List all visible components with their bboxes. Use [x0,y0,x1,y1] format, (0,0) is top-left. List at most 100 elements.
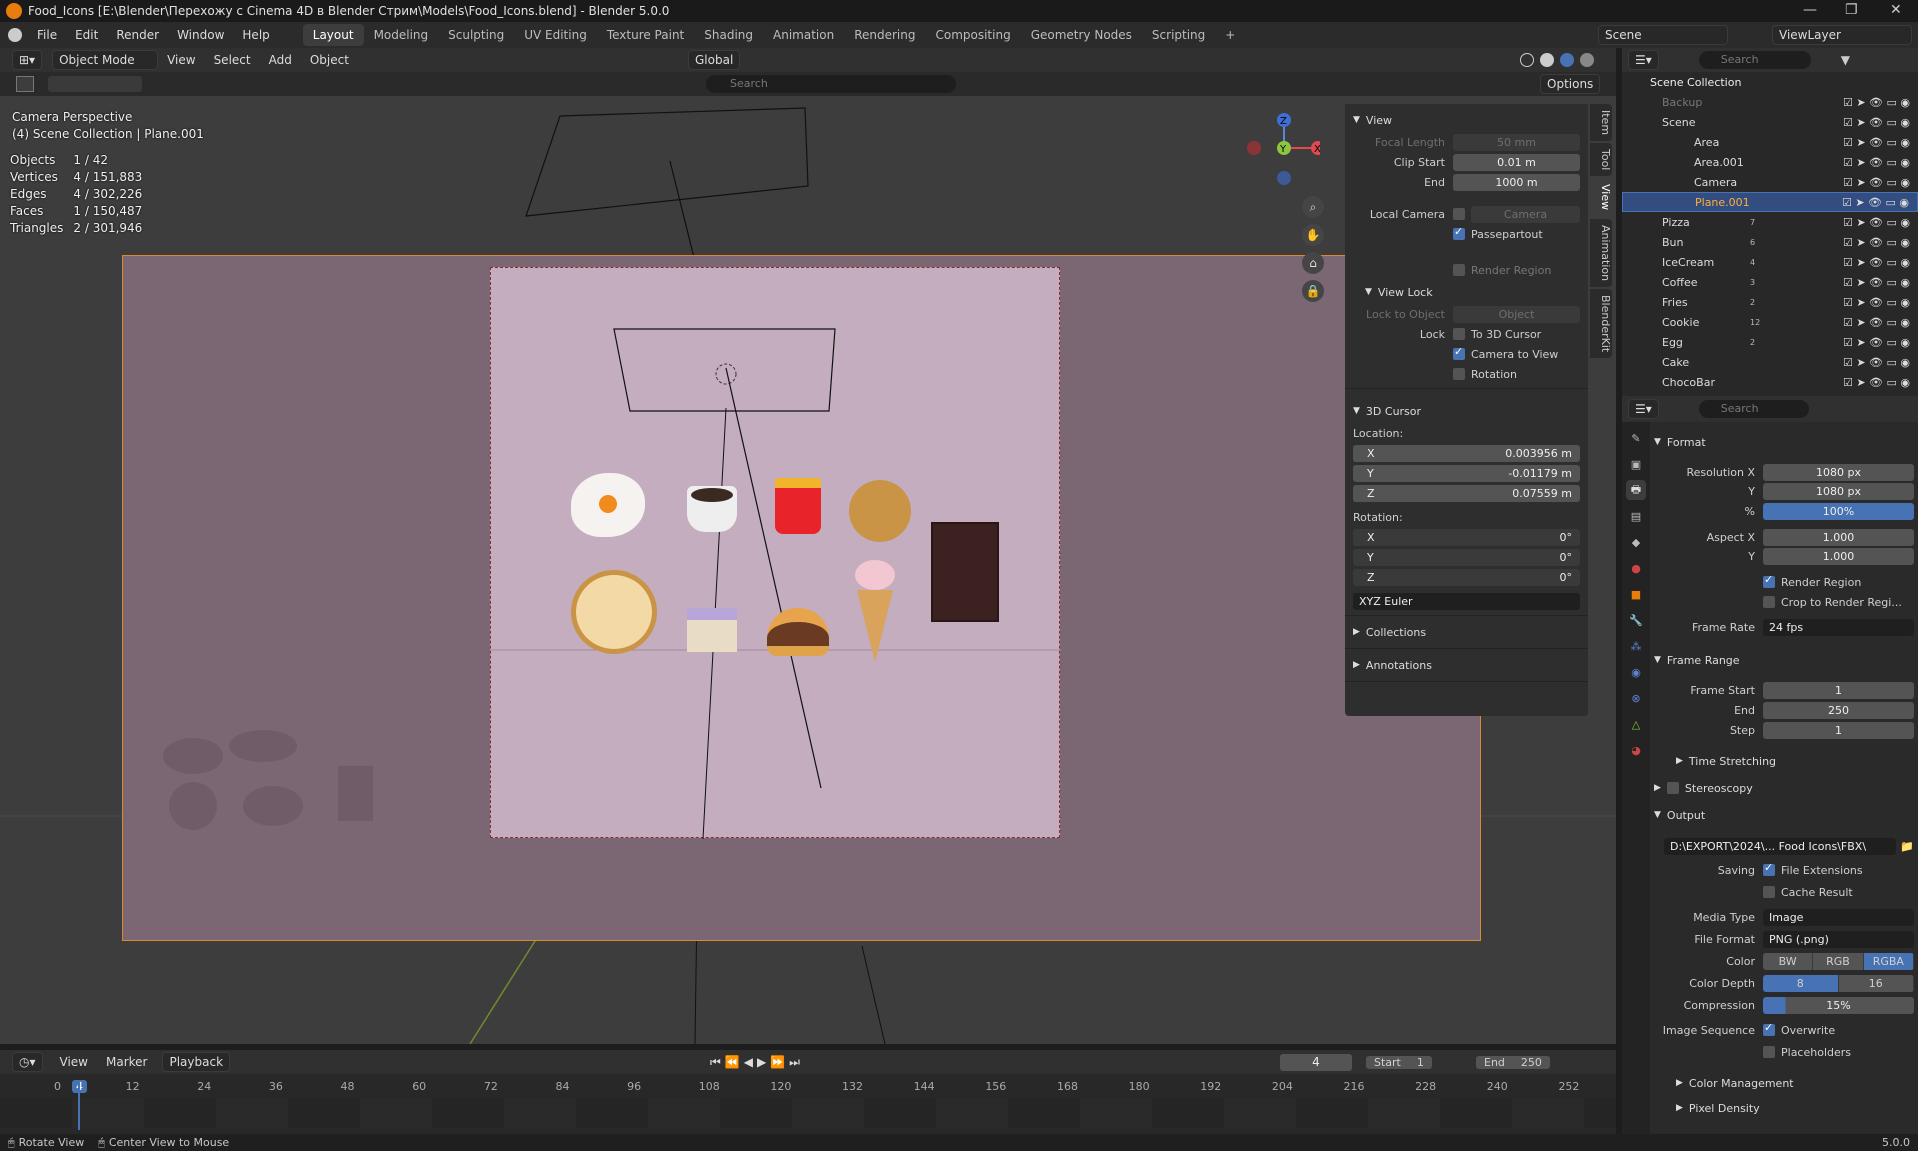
output-header[interactable]: ▼ Output [1654,805,1914,825]
visibility-toggles[interactable]: ☑ ➤ 👁 ▭ ◉ [1843,256,1910,269]
end-frame-field[interactable]: End 250 [1476,1055,1550,1069]
menu-file[interactable]: File [28,28,66,42]
lock-icon[interactable]: 🔒 [1302,280,1324,302]
clip-start-field[interactable]: 0.01 m [1453,153,1580,171]
res-y-field[interactable]: 1080 px [1763,482,1914,500]
particles-tab-icon[interactable]: ⁂ [1626,636,1646,656]
frame-range-header[interactable]: ▼ Frame Range [1654,650,1914,670]
start-frame-field[interactable]: Start 1 [1366,1055,1432,1069]
tab-view[interactable]: View [1590,178,1612,217]
outliner-row[interactable]: Pizza 7 ☑ ➤ 👁 ▭ ◉ [1622,212,1918,232]
tl-menu-view[interactable]: View [51,1055,97,1069]
folder-icon[interactable]: 📁 [1900,840,1914,853]
outliner-row[interactable]: Backup ☑ ➤ 👁 ▭ ◉ [1622,92,1918,112]
editor-type-icon[interactable]: ⊞▾ [12,50,43,70]
depth-8-button[interactable]: 8 [1763,974,1839,992]
orientation-dropdown[interactable]: Global [688,50,741,70]
tl-menu-playback[interactable]: Playback [162,1052,231,1072]
timeline-track[interactable] [0,1098,1616,1128]
media-type-dropdown[interactable]: Image [1763,908,1914,926]
material-tab-icon[interactable]: ◕ [1626,740,1646,760]
outliner-row[interactable]: Area.001 ☑ ➤ 👁 ▭ ◉ [1622,152,1918,172]
output-tab-icon[interactable]: 🖶 [1626,480,1646,500]
add-workspace-button[interactable]: + [1215,24,1245,46]
vp-menu-view[interactable]: View [158,53,204,67]
crop-checkbox[interactable] [1763,596,1775,608]
visibility-toggles[interactable]: ☑ ➤ 👁 ▭ ◉ [1843,336,1910,349]
tab-compositing[interactable]: Compositing [925,24,1020,46]
current-frame-field[interactable]: 4 [1280,1053,1352,1071]
outliner-search-input[interactable]: Search [1698,51,1811,69]
visibility-toggles[interactable]: ☑ ➤ 👁 ▭ ◉ [1843,316,1910,329]
outliner-row[interactable]: Coffee 3 ☑ ➤ 👁 ▭ ◉ [1622,272,1918,292]
tab-sculpting[interactable]: Sculpting [438,24,514,46]
outliner-row[interactable]: Scene ☑ ➤ 👁 ▭ ◉ [1622,112,1918,132]
render-region-checkbox[interactable] [1453,264,1465,276]
lock-object-field[interactable]: Object [1453,305,1580,323]
visibility-toggles[interactable]: ☑ ➤ 👁 ▭ ◉ [1843,116,1910,129]
vp-menu-object[interactable]: Object [301,53,358,67]
outliner-row[interactable]: ChocoBar ☑ ➤ 👁 ▭ ◉ [1622,372,1918,392]
tab-blenderkit[interactable]: BlenderKit [1590,288,1612,358]
maximize-icon[interactable]: ❐ [1845,2,1858,18]
res-percent-field[interactable]: 100% [1763,502,1914,520]
view-lock-header[interactable]: ▼ View Lock [1353,280,1580,304]
output-path-field[interactable]: D:\EXPORT\2024\... Food Icons\FBX\ [1664,837,1897,855]
cursor-rz-field[interactable]: Z 0° [1353,568,1580,586]
object-mode-dropdown[interactable]: Object Mode [52,50,159,70]
outliner-row[interactable]: IceCream 4 ☑ ➤ 👁 ▭ ◉ [1622,252,1918,272]
compression-slider[interactable]: 15% [1763,996,1914,1014]
tab-tool[interactable]: Tool [1590,143,1612,177]
color-bw-button[interactable]: BW [1763,952,1814,970]
menu-edit[interactable]: Edit [66,28,107,42]
clip-end-field[interactable]: 1000 m [1453,173,1580,191]
placeholders-checkbox[interactable] [1763,1046,1775,1058]
frame-end-field[interactable]: 250 [1763,701,1914,719]
cursor-z-field[interactable]: Z 0.07559 m [1353,484,1580,502]
visibility-toggles[interactable]: ☑ ➤ 👁 ▭ ◉ [1843,216,1910,229]
physics-tab-icon[interactable]: ◉ [1626,662,1646,682]
outliner-row[interactable]: Cake ☑ ➤ 👁 ▭ ◉ [1622,352,1918,372]
pixel-density-header[interactable]: ▶ Pixel Density [1676,1098,1918,1118]
object-tab-icon[interactable]: ■ [1626,584,1646,604]
solid-shading-icon[interactable] [1540,53,1554,67]
time-stretching-header[interactable]: ▶ Time Stretching [1676,751,1918,771]
tab-uv-editing[interactable]: UV Editing [514,24,597,46]
res-x-field[interactable]: 1080 px [1763,463,1914,481]
filter-icon[interactable]: ▼ [1841,53,1850,67]
tab-geometry-nodes[interactable]: Geometry Nodes [1021,24,1142,46]
props-search-input[interactable]: Search [1698,400,1809,418]
select-mode-buttons[interactable] [48,76,142,92]
view-layer-tab-icon[interactable]: ▤ [1626,506,1646,526]
close-icon[interactable]: ✕ [1890,2,1902,18]
tab-item[interactable]: Item [1590,104,1612,142]
vp-menu-add[interactable]: Add [260,53,301,67]
tab-layout[interactable]: Layout [302,24,364,46]
local-camera-checkbox[interactable] [1453,208,1465,220]
visibility-toggles[interactable]: ☑ ➤ 👁 ▭ ◉ [1843,176,1910,189]
outliner-row[interactable]: Camera ☑ ➤ 👁 ▭ ◉ [1622,172,1918,192]
playhead[interactable] [78,1080,80,1130]
format-header[interactable]: ▼ Format [1654,432,1914,452]
annotations-header[interactable]: ▶ Annotations [1353,653,1580,677]
rotation-mode-dropdown[interactable]: XYZ Euler [1353,592,1580,610]
constraints-tab-icon[interactable]: ⊗ [1626,688,1646,708]
frame-start-field[interactable]: 1 [1763,681,1914,699]
visibility-toggles[interactable]: ☑ ➤ 👁 ▭ ◉ [1843,296,1910,309]
tab-animation[interactable]: Animation [763,24,844,46]
pan-hand-icon[interactable]: ✋ [1302,224,1324,246]
material-shading-icon[interactable] [1560,53,1574,67]
minimize-icon[interactable]: — [1803,2,1817,18]
options-dropdown[interactable]: Options [1540,74,1601,94]
blender-menu-icon[interactable] [8,28,22,42]
scene-selector[interactable]: Scene [1598,25,1728,45]
outliner-row[interactable]: Cookie 12 ☑ ➤ 👁 ▭ ◉ [1622,312,1918,332]
data-tab-icon[interactable]: △ [1626,714,1646,734]
passepartout-checkbox[interactable] [1453,225,1465,240]
file-extensions-checkbox[interactable] [1763,861,1775,876]
tab-scripting[interactable]: Scripting [1142,24,1215,46]
navigation-gizmo[interactable]: Z Y X [1240,112,1320,192]
menu-help[interactable]: Help [233,28,278,42]
outliner-row[interactable]: Bun 6 ☑ ➤ 👁 ▭ ◉ [1622,232,1918,252]
vp-menu-select[interactable]: Select [205,53,260,67]
